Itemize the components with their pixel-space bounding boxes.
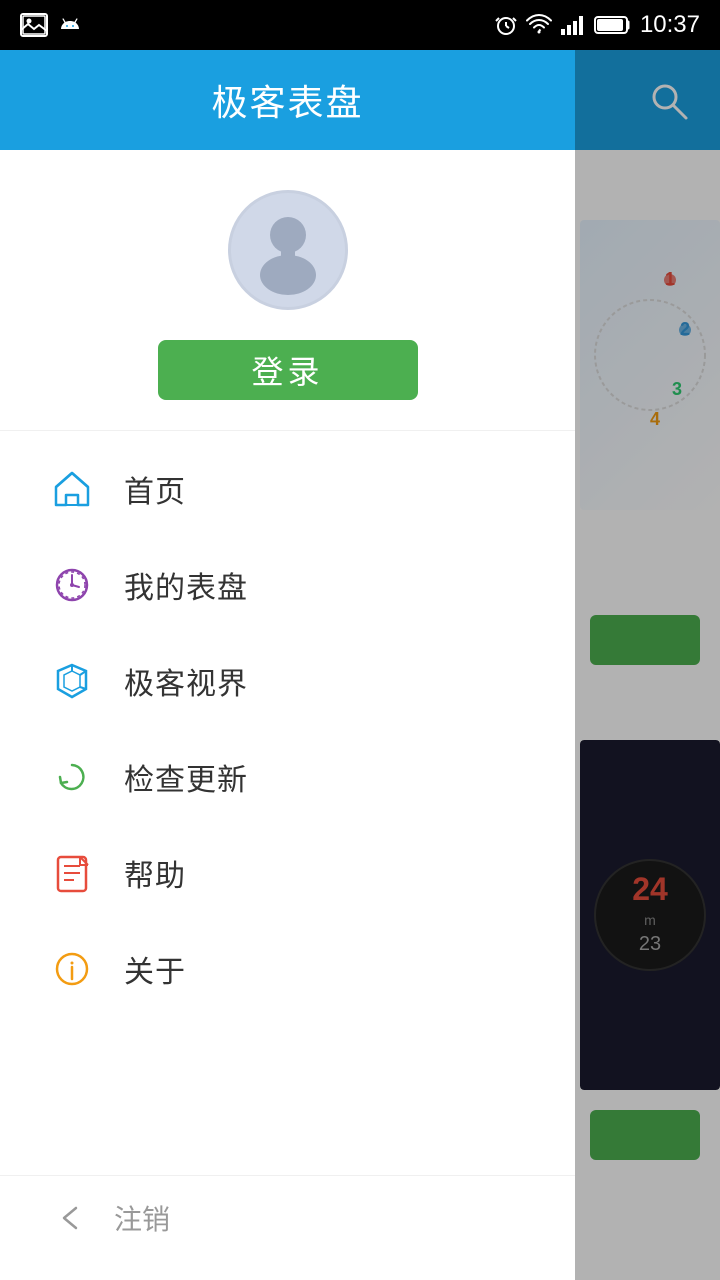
drawer-footer-cancel[interactable]: 注销 xyxy=(0,1175,575,1280)
help-icon xyxy=(50,851,94,895)
signal-icon xyxy=(560,13,586,37)
avatar-icon xyxy=(231,193,345,307)
menu-item-watchface[interactable]: 我的表盘 xyxy=(0,537,575,633)
menu-item-help[interactable]: 帮助 xyxy=(0,825,575,921)
alarm-icon xyxy=(494,13,518,37)
status-bar-right-icons: 10:37 xyxy=(494,11,700,39)
gallery-icon xyxy=(20,13,48,37)
geek-icon xyxy=(50,659,94,703)
android-icon xyxy=(58,13,82,37)
menu-item-about[interactable]: 关于 xyxy=(0,921,575,1017)
drawer-header: 极客表盘 xyxy=(0,50,575,150)
drawer-panel: 极客表盘 登录 xyxy=(0,50,575,1280)
menu-label-about: 关于 xyxy=(124,947,186,991)
menu-label-help: 帮助 xyxy=(124,851,186,895)
menu-list: 首页 我的表盘 xyxy=(0,431,575,1175)
update-icon xyxy=(50,755,94,799)
menu-item-home[interactable]: 首页 xyxy=(0,441,575,537)
avatar xyxy=(228,190,348,310)
cancel-label: 注销 xyxy=(114,1198,170,1238)
menu-label-watchface: 我的表盘 xyxy=(124,563,248,607)
menu-label-geek: 极客视界 xyxy=(124,659,248,703)
status-bar: 10:37 xyxy=(0,0,720,50)
battery-icon xyxy=(594,14,632,36)
login-button[interactable]: 登录 xyxy=(158,340,418,400)
status-time: 10:37 xyxy=(640,11,700,39)
home-icon xyxy=(50,467,94,511)
status-bar-left-icons xyxy=(20,13,82,37)
avatar-person-icon xyxy=(233,195,343,305)
wifi-icon xyxy=(526,13,552,37)
back-arrow-icon xyxy=(50,1196,94,1240)
about-icon xyxy=(50,947,94,991)
menu-item-geek[interactable]: 极客视界 xyxy=(0,633,575,729)
profile-section: 登录 xyxy=(0,150,575,431)
menu-label-update: 检查更新 xyxy=(124,755,248,799)
menu-item-update[interactable]: 检查更新 xyxy=(0,729,575,825)
drawer-title: 极客表盘 xyxy=(211,74,363,126)
menu-label-home: 首页 xyxy=(124,467,186,511)
watchface-icon xyxy=(50,563,94,607)
